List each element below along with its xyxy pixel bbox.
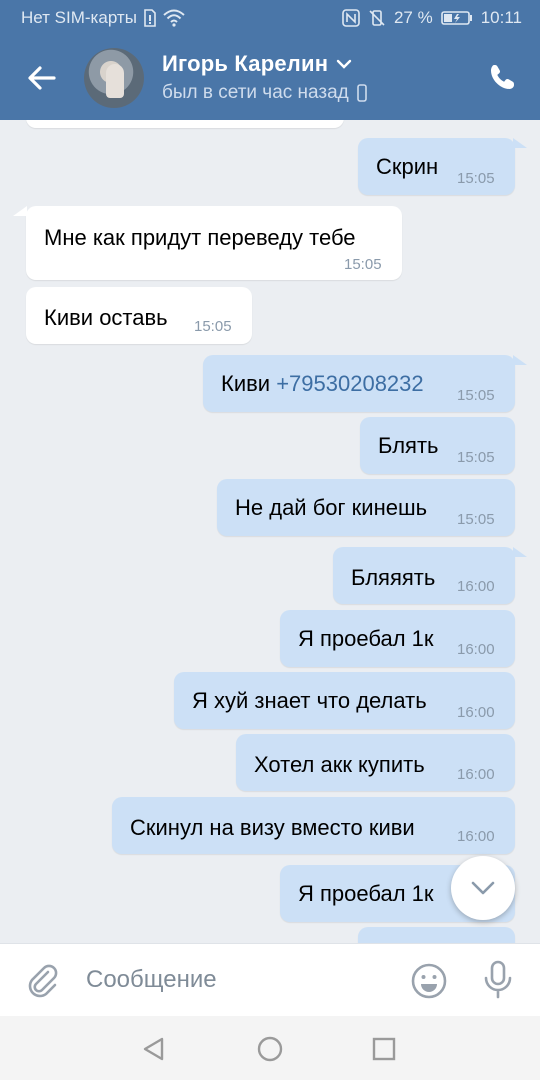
message-text: Скинул на визу вместо киви [130,815,415,840]
bubble-tail [13,206,27,216]
message-text: Хотел акк купить [254,752,425,777]
message-time: 16:00 [457,828,495,845]
message-time: 16:00 [457,578,495,595]
message-bubble[interactable]: Скинул на визу вместо киви 16:00 [112,797,515,854]
message-bubble[interactable]: Я хуй знает что делать 16:00 [174,672,515,729]
message-bubble-cut [358,927,515,943]
message-time: 16:00 [457,766,495,783]
scroll-down-button[interactable] [451,856,515,920]
message-text: Киви +79530208232 [221,371,424,397]
message-text: Блять [378,433,439,458]
system-navigation-bar [0,1016,540,1080]
carrier-label: Нет SIM-карты [21,8,137,27]
message-text: Мне как придут переведу тебе [44,225,356,250]
chat-header: Игорь Карелин был в сети час назад [0,36,540,120]
message-time: 15:05 [457,449,495,466]
message-bubble[interactable]: Киви +79530208232 15:05 [203,355,515,412]
microphone-icon[interactable] [480,960,516,1000]
last-seen-text: был в сети час назад [162,82,349,103]
message-bubble[interactable]: Киви оставь 15:05 [26,287,252,344]
nfc-icon [342,9,360,27]
message-bubble[interactable]: Хотел акк купить 16:00 [236,734,515,791]
message-composer: Сообщение [0,943,540,1017]
message-time: 16:00 [457,704,495,721]
emoji-icon[interactable] [410,962,448,1000]
message-time: 16:00 [457,641,495,658]
paperclip-icon[interactable] [24,962,60,998]
message-text: Киви оставь [44,305,168,330]
message-bubble[interactable]: Блять 15:05 [360,417,515,474]
clock: 10:11 [480,8,522,27]
message-time: 15:05 [457,170,495,187]
message-bubble-cut [26,120,344,128]
mobile-icon [356,84,367,102]
nav-back-icon[interactable] [140,1035,168,1063]
vibrate-off-icon [369,10,385,26]
message-text: Не дай бог кинешь [235,495,428,520]
message-time: 15:05 [457,511,495,528]
phone-icon[interactable] [488,62,518,92]
message-time: 15:05 [457,387,495,404]
message-text: Я проебал 1к [298,626,434,651]
wifi-icon [163,9,185,27]
last-seen-status: был в сети час назад [162,82,367,104]
message-bubble[interactable]: Скрин 15:05 [358,138,515,195]
chevron-down-icon [471,881,495,895]
battery-percent: 27 % [393,8,433,27]
phone-link[interactable]: +79530208232 [276,371,423,396]
message-input[interactable]: Сообщение [86,966,217,994]
message-bubble[interactable]: Я проебал 1к 16:00 [280,610,515,667]
status-bar: Нет SIM-карты 27 % 10:11 [0,0,540,36]
message-text: Скрин [376,154,439,179]
message-time: 15:05 [194,318,232,335]
nav-home-icon[interactable] [256,1035,284,1063]
contact-title[interactable]: Игорь Карелин [162,51,352,77]
message-list[interactable]: Скрин 15:05 Мне как придут переведу тебе… [0,120,540,943]
bubble-tail [513,355,527,365]
sim-icon [144,9,156,27]
bubble-tail [513,138,527,148]
message-bubble[interactable]: Не дай бог кинешь 15:05 [217,479,515,536]
back-arrow-icon[interactable] [24,60,60,96]
message-text: Бляяять [351,565,436,590]
contact-name: Игорь Карелин [162,51,329,76]
message-text: Я проебал 1к [298,881,434,906]
message-time: 15:05 [344,256,382,273]
nav-recents-icon[interactable] [371,1036,397,1062]
chevron-down-icon [337,59,352,69]
message-bubble[interactable]: Мне как придут переведу тебе 15:05 [26,206,402,280]
message-bubble[interactable]: Бляяять 16:00 [333,547,515,604]
avatar[interactable] [84,48,144,108]
message-text-plain: Киви [221,371,277,396]
battery-icon [440,11,472,25]
bubble-tail [513,547,527,557]
message-text: Я хуй знает что делать [192,688,427,713]
